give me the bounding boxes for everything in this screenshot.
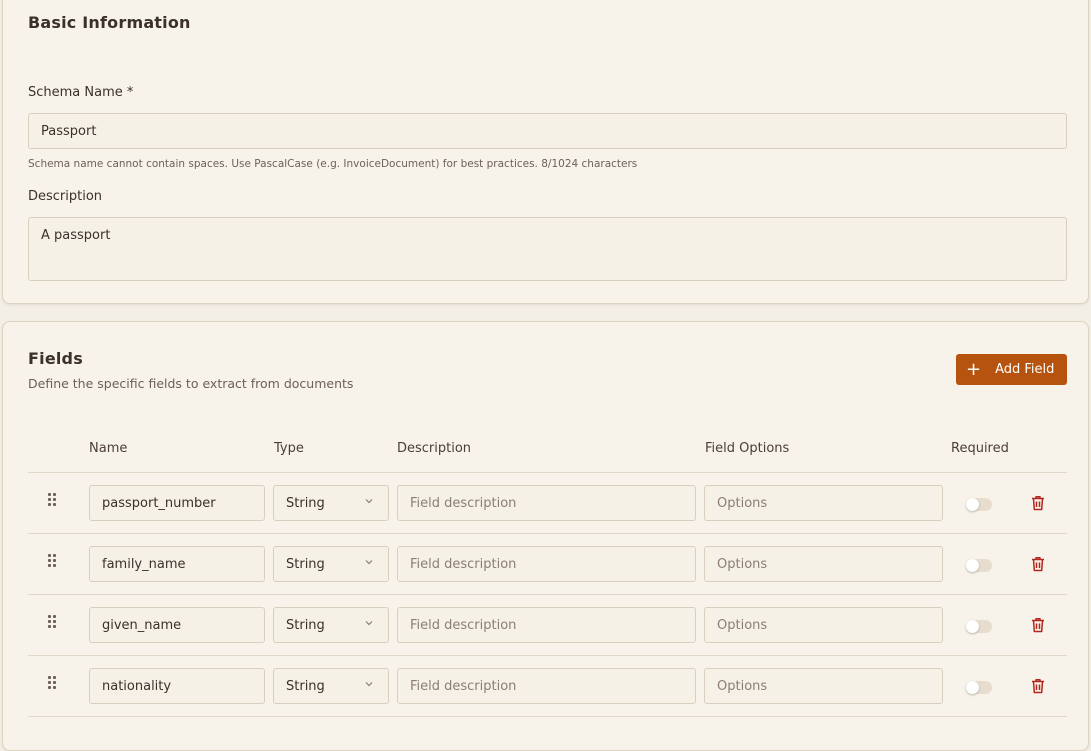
trash-icon[interactable]: [1031, 617, 1045, 633]
column-header-name: Name: [89, 441, 128, 456]
field-description-input[interactable]: Field description: [397, 485, 696, 521]
field-type-value: String: [286, 678, 325, 694]
required-toggle[interactable]: [966, 559, 992, 572]
field-row: passport_number String Field description Op…: [28, 473, 1067, 534]
toggle-knob: [966, 559, 979, 572]
field-row: family_name String Field description Option…: [28, 534, 1067, 595]
required-toggle[interactable]: [966, 498, 992, 511]
description-textarea[interactable]: A passport: [28, 217, 1067, 281]
drag-handle-icon[interactable]: [48, 615, 58, 631]
schema-name-input[interactable]: Passport: [28, 113, 1067, 149]
fields-title: Fields: [28, 349, 83, 368]
add-field-button[interactable]: + Add Field: [956, 354, 1067, 385]
field-name-input[interactable]: given_name: [89, 607, 265, 643]
field-name-input[interactable]: passport_number: [89, 485, 265, 521]
field-type-select[interactable]: String: [273, 485, 389, 521]
fields-card: Fields Define the specific fields to ext…: [2, 321, 1089, 751]
toggle-knob: [966, 681, 979, 694]
basic-information-title: Basic Information: [28, 13, 191, 32]
chevron-down-icon: [365, 621, 373, 626]
schema-name-help: Schema name cannot contain spaces. Use P…: [28, 158, 638, 170]
field-row: nationality String Field description Option…: [28, 656, 1067, 717]
toggle-knob: [966, 498, 979, 511]
field-name-input[interactable]: family_name: [89, 546, 265, 582]
trash-icon[interactable]: [1031, 495, 1045, 511]
chevron-down-icon: [365, 560, 373, 565]
field-options-input[interactable]: Options: [704, 607, 943, 643]
add-field-label: Add Field: [995, 362, 1055, 377]
field-type-select[interactable]: String: [273, 668, 389, 704]
drag-handle-icon[interactable]: [48, 493, 58, 509]
field-type-value: String: [286, 556, 325, 572]
required-toggle[interactable]: [966, 681, 992, 694]
field-description-input[interactable]: Field description: [397, 607, 696, 643]
required-toggle[interactable]: [966, 620, 992, 633]
field-type-value: String: [286, 617, 325, 633]
basic-information-card: Basic Information Schema Name * Passport…: [2, 0, 1089, 304]
toggle-knob: [966, 620, 979, 633]
schema-name-label: Schema Name *: [28, 85, 134, 100]
column-header-field-options: Field Options: [705, 441, 790, 456]
trash-icon[interactable]: [1031, 556, 1045, 572]
chevron-down-icon: [365, 682, 373, 687]
plus-icon: +: [966, 358, 982, 380]
field-type-value: String: [286, 495, 325, 511]
field-type-select[interactable]: String: [273, 546, 389, 582]
description-label: Description: [28, 189, 103, 204]
field-row: given_name String Field description Options: [28, 595, 1067, 656]
field-description-input[interactable]: Field description: [397, 668, 696, 704]
field-options-input[interactable]: Options: [704, 485, 943, 521]
drag-handle-icon[interactable]: [48, 676, 58, 692]
field-name-input[interactable]: nationality: [89, 668, 265, 704]
field-description-input[interactable]: Field description: [397, 546, 696, 582]
field-type-select[interactable]: String: [273, 607, 389, 643]
chevron-down-icon: [365, 499, 373, 504]
field-options-input[interactable]: Options: [704, 668, 943, 704]
column-header-required: Required: [951, 441, 1009, 456]
field-options-input[interactable]: Options: [704, 546, 943, 582]
drag-handle-icon[interactable]: [48, 554, 58, 570]
trash-icon[interactable]: [1031, 678, 1045, 694]
column-header-description: Description: [397, 441, 472, 456]
column-header-type: Type: [274, 441, 304, 456]
fields-subtitle: Define the specific fields to extract fr…: [28, 376, 354, 391]
